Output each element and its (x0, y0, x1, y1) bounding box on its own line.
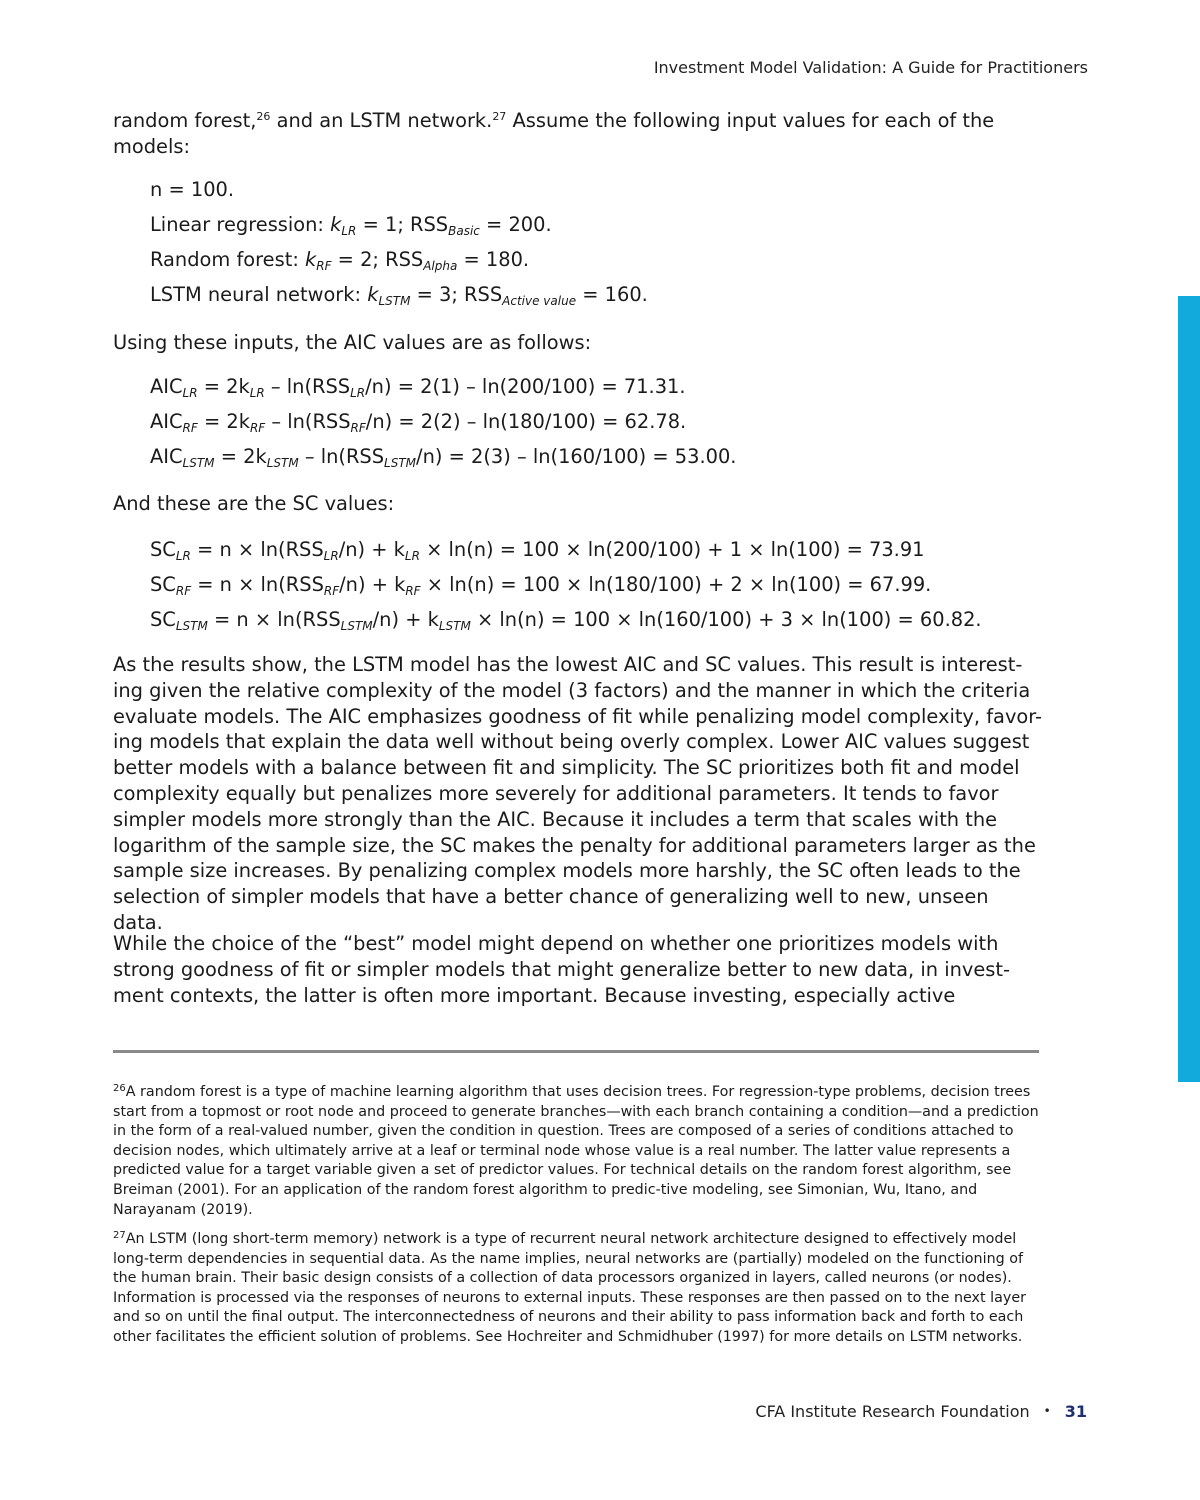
results-paragraph: As the results show, the LSTM model has … (113, 653, 1043, 934)
aic-equation-lr: AICLR = 2kLR – ln(RSSLR/n) = 2(1) – ln(2… (150, 375, 686, 400)
bullet-separator: • (1043, 1404, 1051, 1418)
publisher-name: CFA Institute Research Foundation (755, 1402, 1030, 1421)
aic-equation-rf: AICRF = 2kRF – ln(RSSRF/n) = 2(2) – ln(1… (150, 410, 687, 435)
running-header: Investment Model Validation: A Guide for… (653, 58, 1088, 77)
page-footer: CFA Institute Research Foundation • 31 (755, 1402, 1087, 1421)
input-linear-regression: Linear regression: kLR = 1; RSSBasic = 2… (150, 213, 552, 238)
footnote-ref-26[interactable]: 26 (256, 110, 270, 123)
section-tab-marker (1178, 296, 1200, 1082)
footnote-text: A random forest is a type of machine lea… (113, 1084, 1039, 1218)
intro-paragraph: random forest,26 and an LSTM network.27 … (113, 108, 1043, 160)
aic-equation-lstm: AICLSTM = 2kLSTM – ln(RSSLSTM/n) = 2(3) … (150, 445, 737, 470)
footnote-ref-27[interactable]: 27 (492, 110, 506, 123)
aic-intro: Using these inputs, the AIC values are a… (113, 331, 592, 354)
intro-text-2: and an LSTM network. (270, 109, 493, 132)
footnote-number: 27 (113, 1230, 126, 1241)
sc-equation-lstm: SCLSTM = n × ln(RSSLSTM/n) + kLSTM × ln(… (150, 608, 982, 633)
intro-text-1: random forest, (113, 109, 257, 132)
footnote-26: 26A random forest is a type of machine l… (113, 1083, 1043, 1220)
input-random-forest: Random forest: kRF = 2; RSSAlpha = 180. (150, 248, 530, 273)
input-n: n = 100. (150, 178, 235, 201)
inputs-block: n = 100. Linear regression: kLR = 1; RSS… (150, 175, 1050, 315)
footnote-27: 27An LSTM (long short-term memory) netwo… (113, 1230, 1043, 1348)
footnote-number: 26 (113, 1083, 126, 1094)
page-number: 31 (1064, 1402, 1087, 1421)
input-lstm: LSTM neural network: kLSTM = 3; RSSActiv… (150, 283, 648, 308)
aic-equations: AICLR = 2kLR – ln(RSSLR/n) = 2(1) – ln(2… (150, 372, 1050, 477)
sc-equation-lr: SCLR = n × ln(RSSLR/n) + kLR × ln(n) = 1… (150, 538, 925, 563)
footnote-divider (113, 1050, 1039, 1053)
sc-intro: And these are the SC values: (113, 492, 395, 515)
sc-equation-rf: SCRF = n × ln(RSSRF/n) + kRF × ln(n) = 1… (150, 573, 932, 598)
model-choice-paragraph: While the choice of the “best” model mig… (113, 932, 1010, 1007)
footnote-text: An LSTM (long short-term memory) network… (113, 1231, 1027, 1345)
sc-equations: SCLR = n × ln(RSSLR/n) + kLR × ln(n) = 1… (150, 535, 1050, 640)
